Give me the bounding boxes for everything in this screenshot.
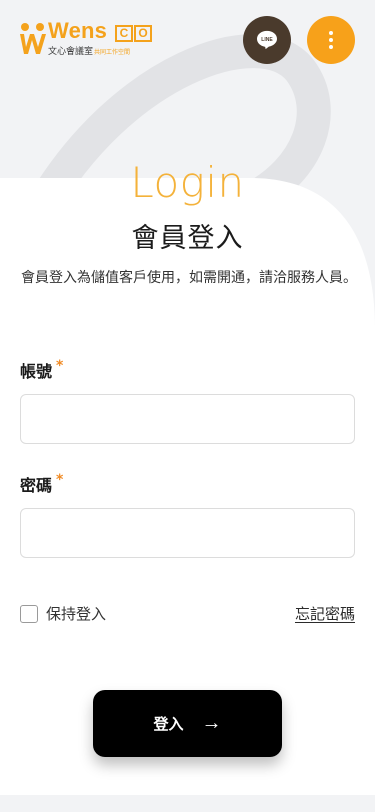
page-description: 會員登入為儲值客戶使用，如需開通，請洽服務人員。 [21,270,357,286]
vertical-dots-icon [329,31,333,49]
account-label-text: 帳號 [20,362,53,381]
page-title: 會員登入 [131,223,244,254]
line-icon-text: LINE [261,37,273,43]
arrow-right-icon: → [201,712,222,734]
remember-me-checkbox[interactable] [20,604,38,623]
wensco-logo[interactable]: Wens C O 文心會議室共同工作空間 [18,18,158,58]
password-input[interactable] [20,508,355,558]
remember-me-label: 保持登入 [46,605,107,623]
account-input[interactable] [20,394,355,444]
submit-label: 登入 [153,716,184,733]
logo-co-letter-o: O [134,25,152,42]
line-chat-icon: LINE [257,30,277,50]
line-chat-button[interactable]: LINE [243,16,291,64]
page-title-en: Login [130,158,245,207]
logo-subtitle-small: 共同工作空間 [94,49,131,56]
account-label: 帳號 * [20,358,63,382]
login-submit-button[interactable]: 登入 → [93,690,282,757]
logo-wordmark: Wens [48,18,108,43]
required-mark: * [56,358,64,374]
logo-subtitle-main: 文心會議室 [48,47,94,57]
password-label: 密碼 * [20,472,63,496]
logo-mark-icon [20,23,46,54]
forgot-password-link[interactable]: 忘記密碼 [295,603,355,624]
menu-button[interactable] [307,16,355,64]
logo-subtitle: 文心會議室共同工作空間 [48,44,130,57]
remember-me-option[interactable]: 保持登入 [20,603,106,624]
logo-co-letter-c: C [115,25,133,42]
top-header: Wens C O 文心會議室共同工作空間 LINE [0,0,375,80]
logo-co-boxes: C O [115,25,153,42]
required-mark: * [56,472,64,488]
password-label-text: 密碼 [20,476,53,495]
login-form-area: Login 會員登入 會員登入為儲值客戶使用，如需開通，請洽服務人員。 帳號 * … [0,0,375,812]
